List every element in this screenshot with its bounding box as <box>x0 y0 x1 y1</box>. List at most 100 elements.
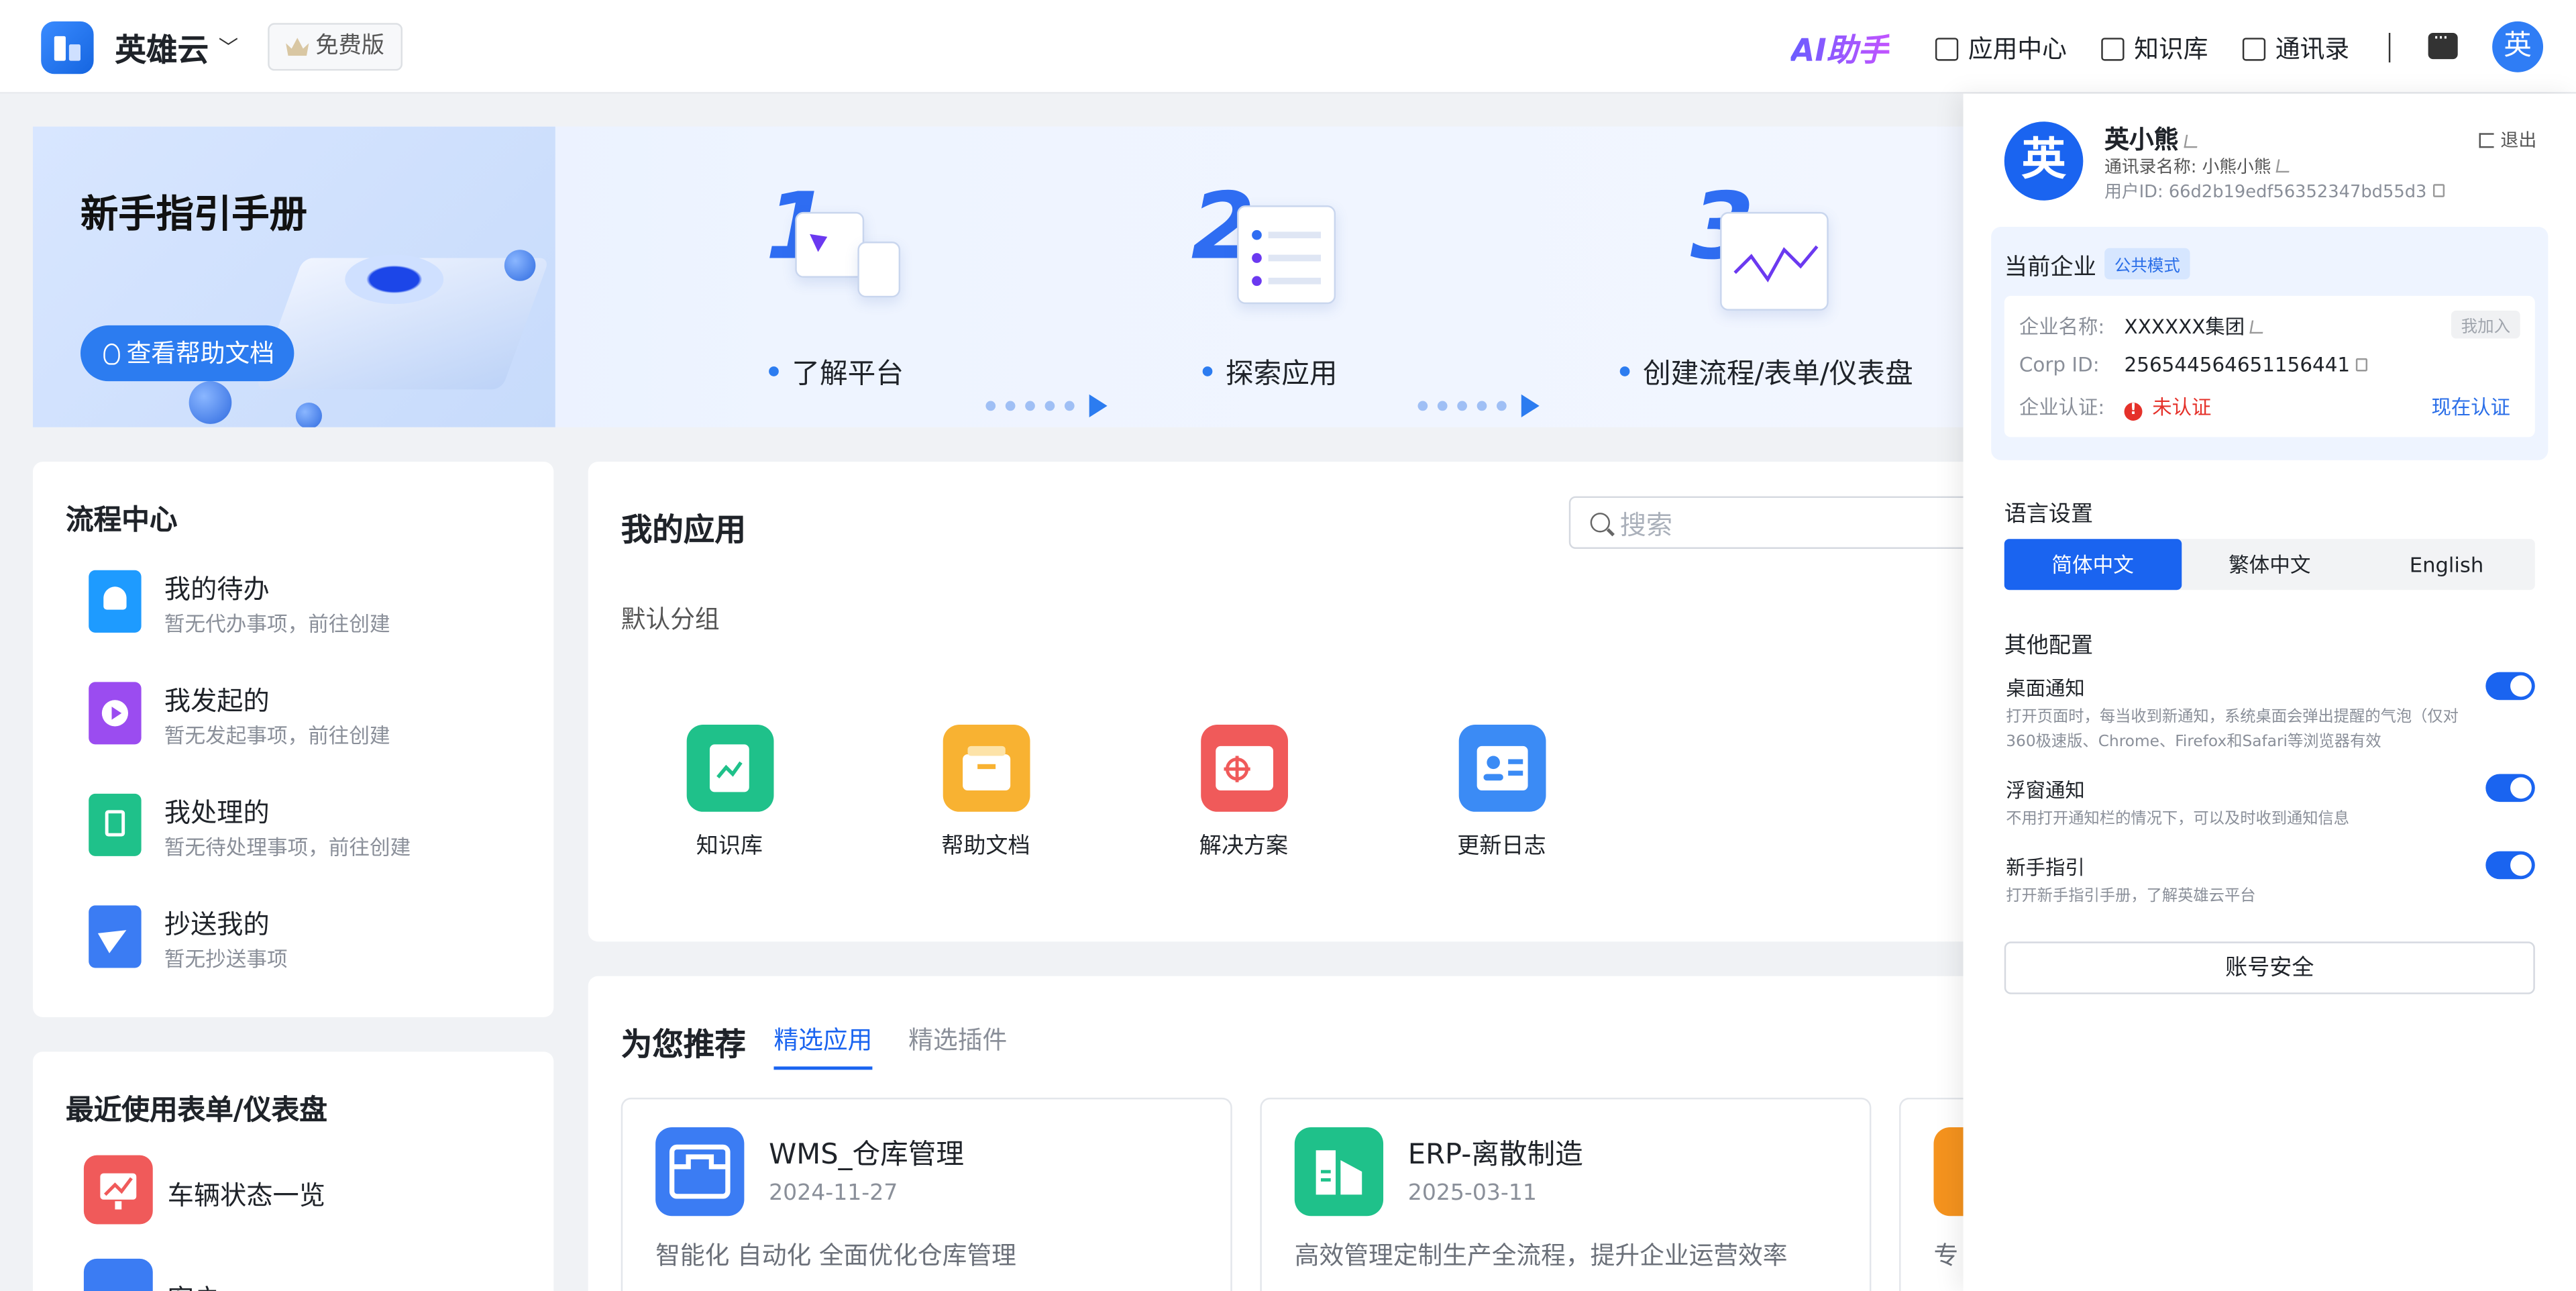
app-solutions[interactable]: 解决方案 <box>1170 725 1318 860</box>
flow-item-todo[interactable]: 我的待办 暂无代办事项，前往创建 <box>89 564 549 646</box>
corp-id-text: 256544564651156441 <box>2124 353 2351 376</box>
step-label-text: 探索应用 <box>1225 358 1338 391</box>
lang-option-traditional[interactable]: 繁体中文 <box>2181 539 2358 590</box>
lang-option-simplified[interactable]: 简体中文 <box>2004 539 2182 590</box>
recent-card: 最近使用表单/仪表盘 车辆状态一览 客户 <box>32 1051 554 1291</box>
bullet-icon <box>769 365 779 376</box>
profile-panel: 英 英小熊 通讯录名称: 小熊小熊 用户ID: 66d2b19edf563523… <box>1963 93 2576 1291</box>
app-changelog[interactable]: 更新日志 <box>1428 725 1575 860</box>
app-knowledge[interactable]: 知识库 <box>655 725 803 860</box>
flow-item-cc[interactable]: 抄送我的 暂无抄送事项 <box>89 899 549 981</box>
edit-icon[interactable] <box>2250 320 2266 334</box>
bell-icon <box>89 570 142 633</box>
step-connector <box>1417 394 1540 418</box>
enterprise-box: 当前企业 公共模式 企业名称: XXXXXX集团 我加入 Corp ID: 25… <box>1991 226 2548 460</box>
book-icon <box>2101 37 2125 60</box>
profile-name: 英小熊 <box>2104 121 2200 156</box>
chevron-down-icon[interactable]: ﹀ <box>219 33 238 61</box>
corp-id-label: Corp ID: <box>2019 353 2100 376</box>
profile-name-text: 英小熊 <box>2104 125 2179 155</box>
lightbulb-icon <box>103 342 120 364</box>
flow-item-handled[interactable]: 我处理的 暂无待处理事项，前往创建 <box>89 787 549 869</box>
float-notify-toggle[interactable] <box>2485 774 2535 803</box>
ball-illustration <box>189 381 232 424</box>
verify-now-link[interactable]: 现在认证 <box>2432 393 2511 421</box>
nav-knowledge[interactable]: 知识库 <box>2101 32 2208 66</box>
message-icon[interactable] <box>2428 26 2458 60</box>
step-label[interactable]: 探索应用 <box>1202 350 1338 391</box>
warning-icon: ! <box>2124 403 2143 421</box>
search-icon <box>1590 513 1611 533</box>
certification-label: 企业认证: <box>2019 396 2105 419</box>
beginner-guide-toggle[interactable] <box>2485 851 2535 880</box>
nav-contacts[interactable]: 通讯录 <box>2242 32 2349 66</box>
flow-center-card: 流程中心 我的待办 暂无代办事项，前往创建 我发起的 暂无发起事项，前往创建 我… <box>32 462 554 1017</box>
flow-item-name: 抄送我的 <box>164 909 270 940</box>
flow-item-initiated[interactable]: 我发起的 暂无发起事项，前往创建 <box>89 676 549 758</box>
recent-item[interactable]: 车辆状态一览 <box>83 1155 511 1228</box>
beginner-guide-label: 新手指引 <box>2006 856 2085 880</box>
crown-icon <box>286 38 309 56</box>
flow-item-name: 我处理的 <box>164 796 270 829</box>
logout-label: 退出 <box>2500 130 2537 152</box>
flow-item-sub: 暂无代办事项，前往创建 <box>164 611 390 636</box>
app-name: 解决方案 <box>1199 833 1289 860</box>
certification-status: ! 未认证 <box>2124 393 2211 421</box>
copy-icon[interactable] <box>2433 184 2445 197</box>
enterprise-heading: 当前企业 <box>2004 254 2096 281</box>
contact-name-text: 通讯录名称: 小熊小熊 <box>2104 158 2271 178</box>
factory-icon <box>1294 1127 1384 1217</box>
tab-featured-plugins[interactable]: 精选插件 <box>908 1022 1007 1056</box>
search-input[interactable]: 搜索 <box>1568 496 1996 549</box>
ai-assistant-button[interactable]: AI助手 <box>1790 26 1888 70</box>
flow-item-name: 我的待办 <box>164 573 270 605</box>
step-label[interactable]: 了解平台 <box>769 350 904 391</box>
lang-option-english[interactable]: English <box>2358 539 2535 590</box>
nav-label: 知识库 <box>2134 34 2208 64</box>
app-name: 帮助文档 <box>941 833 1030 860</box>
enterprise-name-text: XXXXXX集团 <box>2124 315 2245 339</box>
group-label: 默认分组 <box>621 605 720 635</box>
nav-app-center[interactable]: 应用中心 <box>1935 32 2067 66</box>
recommend-name: WMS_仓库管理 <box>769 1139 965 1172</box>
recommend-desc: 智能化 自动化 全面优化仓库管理 <box>655 1240 1016 1271</box>
app-help-docs[interactable]: 帮助文档 <box>912 725 1059 860</box>
target-icon <box>1199 725 1287 812</box>
help-docs-button[interactable]: 查看帮助文档 <box>80 325 294 382</box>
app-name: 知识库 <box>696 833 763 860</box>
plan-badge[interactable]: 免费版 <box>268 23 403 71</box>
recommend-card-item[interactable]: WMS_仓库管理 2024-11-27 智能化 自动化 全面优化仓库管理 <box>621 1097 1232 1291</box>
bullet-icon <box>1202 365 1213 376</box>
brand-name[interactable]: 英雄云 <box>115 26 209 70</box>
beginner-guide-desc: 打开新手指引手册，了解英雄云平台 <box>2006 887 2256 906</box>
recent-item[interactable]: 客户 <box>83 1258 511 1291</box>
list-illustration <box>1237 205 1336 305</box>
edit-icon[interactable] <box>2276 159 2292 173</box>
contacts-icon <box>2242 37 2266 60</box>
search-placeholder: 搜索 <box>1619 509 1673 541</box>
desktop-notify-toggle[interactable] <box>2485 672 2535 701</box>
copy-icon[interactable] <box>2356 358 2369 372</box>
joined-badge: 我加入 <box>2451 310 2520 339</box>
language-selector: 简体中文 繁体中文 English <box>2004 539 2535 590</box>
enterprise-name-value: XXXXXX集团 <box>2124 312 2266 340</box>
account-security-button[interactable]: 账号安全 <box>2004 941 2535 994</box>
step1-illustration: 1 <box>756 176 904 315</box>
brand-logo-icon[interactable] <box>41 21 94 74</box>
logout-button[interactable]: 退出 <box>2479 127 2537 153</box>
flow-item-name: 我发起的 <box>164 685 270 717</box>
line-chart-illustration <box>1733 245 1819 282</box>
recommend-desc: 专 <box>1933 1240 1959 1271</box>
desktop-notify-label: 桌面通知 <box>2006 676 2085 701</box>
box-icon <box>942 725 1030 812</box>
other-config-heading: 其他配置 <box>2004 632 2094 660</box>
user-avatar[interactable]: 英 <box>2492 21 2544 72</box>
corp-id-value: 256544564651156441 <box>2125 354 2369 376</box>
step-label[interactable]: 创建流程/表单/仪表盘 <box>1619 350 1913 391</box>
recent-item-name: 客户 <box>168 1277 220 1291</box>
desktop-notify-desc: 打开页面时，每当收到新通知，系统桌面会弹出提醒的气泡（仅对360极速版、Chro… <box>2006 708 2459 752</box>
recommend-card-item[interactable]: ERP-离散制造 2025-03-11 高效管理定制生产全流程，提升企业运营效率 <box>1260 1097 1872 1291</box>
float-notify-desc: 不用打开通知栏的情况下，可以及时收到通知信息 <box>2006 810 2350 829</box>
edit-icon[interactable] <box>2184 134 2200 148</box>
tab-featured-apps[interactable]: 精选应用 <box>773 1022 873 1070</box>
